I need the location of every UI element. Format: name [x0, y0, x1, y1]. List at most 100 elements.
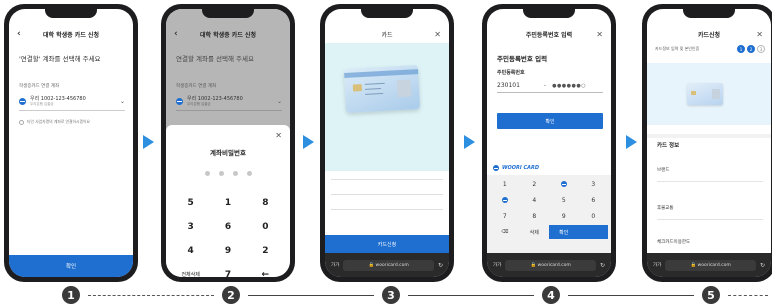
notch — [45, 9, 97, 18]
keypad-key[interactable]: 7 — [209, 269, 246, 277]
keypad-key[interactable]: 0 — [247, 221, 284, 233]
delete-key[interactable]: 삭제 — [520, 225, 550, 239]
account-select: 우리 1002-123-456780 우리은행 입출금 ⌄ — [176, 93, 282, 111]
backspace-key[interactable]: ← — [247, 269, 284, 277]
phone-step-1: ‹ 대학 학생증 카드 신청 '연결할' 계좌를 선택해 주세요 학생증카드 연… — [4, 4, 138, 282]
keypad-key[interactable]: 6 — [209, 221, 246, 233]
header: 주민등록번호 입력 ✕ — [487, 25, 611, 43]
url-field[interactable]: 🔒 wooricard.com — [343, 259, 434, 271]
chevron-down-icon: ⌄ — [276, 98, 282, 105]
divider — [331, 209, 443, 210]
field-label: 주민등록번호 — [497, 70, 525, 76]
notch — [523, 9, 575, 18]
step-connector — [568, 295, 694, 296]
keypad-key[interactable]: 5 — [172, 197, 209, 209]
divider — [331, 179, 443, 180]
id-masked-value: ●●●●●●○ — [552, 82, 587, 89]
keyboard-key[interactable]: 7 — [490, 209, 520, 223]
keypad-key[interactable]: 8 — [247, 197, 284, 209]
reload-icon[interactable]: ↻ — [600, 262, 605, 269]
text-size-button[interactable]: 가가 — [331, 262, 339, 268]
keyboard-key[interactable]: 8 — [520, 209, 550, 223]
brand-row[interactable]: 브랜드 — [657, 167, 669, 173]
row-divider — [657, 219, 763, 220]
password-sheet: ✕ 계좌비밀번호 5 1 8 3 6 0 4 9 2 전체삭제 7 ← — [166, 125, 290, 277]
close-icon[interactable]: ✕ — [756, 30, 763, 39]
card-photo — [396, 79, 412, 98]
card-line — [365, 92, 384, 95]
account-type: 우리은행 입출금 — [30, 102, 54, 106]
keypad-key[interactable]: 2 — [247, 245, 284, 257]
keypad-key[interactable]: 9 — [209, 245, 246, 257]
keypad-key[interactable]: 4 — [172, 245, 209, 257]
screen-5: 카드신청 ✕ 카드정보 입력 및 본인인증 1 2 3 카드 정보 브랜드 후불… — [647, 9, 771, 277]
other-account-option[interactable]: 타인 사업자명의 계좌로 연결하시겠어요 — [19, 119, 90, 125]
backspace-key[interactable]: ⌫ — [490, 225, 520, 239]
header-title: 카드신청 — [697, 31, 721, 39]
pin-dot — [204, 171, 210, 176]
apply-card-button[interactable]: 카드신청 — [325, 235, 449, 253]
progress-indicator: 카드정보 입력 및 본인인증 1 2 3 — [655, 45, 765, 53]
close-icon[interactable]: ✕ — [275, 131, 282, 140]
back-icon[interactable]: ‹ — [17, 29, 21, 39]
keypad-key[interactable]: 1 — [209, 197, 246, 209]
reload-icon[interactable]: ↻ — [438, 262, 443, 269]
step-number: 2 — [222, 286, 240, 304]
next-arrow-icon — [143, 135, 154, 149]
check-limit-row[interactable]: 체크카드이용한도 — [657, 239, 690, 245]
checkbox-label: 타인 사업자명의 계좌로 연결하시겠어요 — [27, 119, 91, 124]
reload-icon[interactable]: ↻ — [760, 262, 765, 269]
header-title: 대학 학생증 카드 신청 — [43, 31, 99, 39]
woori-bank-icon — [176, 98, 183, 105]
text-size-button[interactable]: 가가 — [493, 262, 501, 268]
phone-step-5: 카드신청 ✕ 카드정보 입력 및 본인인증 1 2 3 카드 정보 브랜드 후불… — [642, 4, 772, 282]
confirm-button[interactable]: 확인 — [9, 255, 133, 277]
url-field[interactable]: 🔒 wooricard.com — [505, 259, 596, 271]
keyboard-key[interactable]: 2 — [520, 177, 550, 191]
divider — [331, 194, 443, 195]
keyboard-key[interactable]: 0 — [579, 209, 609, 223]
step-dot: 1 — [737, 45, 745, 53]
field-label: 학생증카드 연결 계좌 — [19, 84, 60, 89]
step-connector — [408, 295, 534, 296]
clear-all-key[interactable]: 전체삭제 — [172, 269, 209, 277]
keyboard-key[interactable]: 5 — [549, 193, 579, 207]
keyboard-key[interactable]: 6 — [579, 193, 609, 207]
confirm-button[interactable]: 확인 — [497, 113, 603, 129]
close-icon[interactable]: ✕ — [596, 30, 603, 39]
account-type: 우리은행 입출금 — [187, 102, 211, 106]
row-divider — [657, 181, 763, 182]
divider-lines — [331, 179, 443, 224]
blank-key[interactable] — [490, 193, 520, 207]
screen-4: 주민등록번호 입력 ✕ 주민등록번호 입력 주민등록번호 230101 - ●●… — [487, 9, 611, 277]
step-dots: 1 2 3 — [737, 45, 765, 53]
keyboard-confirm-key[interactable]: 확인 — [549, 225, 579, 239]
card-band — [344, 69, 419, 78]
keypad-key[interactable]: 3 — [172, 221, 209, 233]
student-card-image — [687, 83, 723, 105]
header: ‹ 대학 학생증 카드 신청 — [9, 25, 133, 43]
transit-row[interactable]: 후불교통 — [657, 205, 674, 211]
keyboard-brand: WOORI CARD — [487, 161, 611, 175]
keyboard-key[interactable]: 3 — [579, 177, 609, 191]
id-separator: - — [543, 82, 547, 89]
browser-bar: 가가 🔒 wooricard.com ↻ — [487, 253, 611, 277]
step-connector — [88, 295, 214, 296]
url-field[interactable]: 🔒 wooricard.com — [665, 259, 756, 271]
pin-dot — [218, 171, 224, 176]
keyboard-key[interactable]: 1 — [490, 177, 520, 191]
resident-id-input[interactable]: 230101 - ●●●●●●○ — [497, 79, 603, 93]
secure-keyboard: WOORI CARD 1 2 3 4 5 6 7 8 9 0 ⌫ 삭제 확인 — [487, 161, 611, 253]
close-icon[interactable]: ✕ — [434, 30, 441, 39]
page-title: 연결할 계좌를 선택해 주세요 — [176, 55, 254, 63]
text-size-button[interactable]: 가가 — [653, 262, 661, 268]
keyboard-key[interactable]: 4 — [520, 193, 550, 207]
account-select[interactable]: 우리 1002-123-456780 우리은행 입출금 ⌄ — [19, 93, 125, 111]
radio-icon[interactable] — [19, 119, 24, 125]
keyboard-key[interactable]: 9 — [549, 209, 579, 223]
header: ‹ 대학 학생증 카드 신청 — [166, 25, 290, 43]
keyboard-grid: 1 2 3 4 5 6 7 8 9 0 ⌫ 삭제 확인 — [487, 175, 611, 241]
blank-key[interactable] — [549, 177, 579, 191]
keyboard-confirm-key-extension[interactable] — [578, 225, 608, 239]
phone-step-3: 카드 ✕ 카드신청 가가 🔒 wooricard.com ↻ — [320, 4, 454, 282]
